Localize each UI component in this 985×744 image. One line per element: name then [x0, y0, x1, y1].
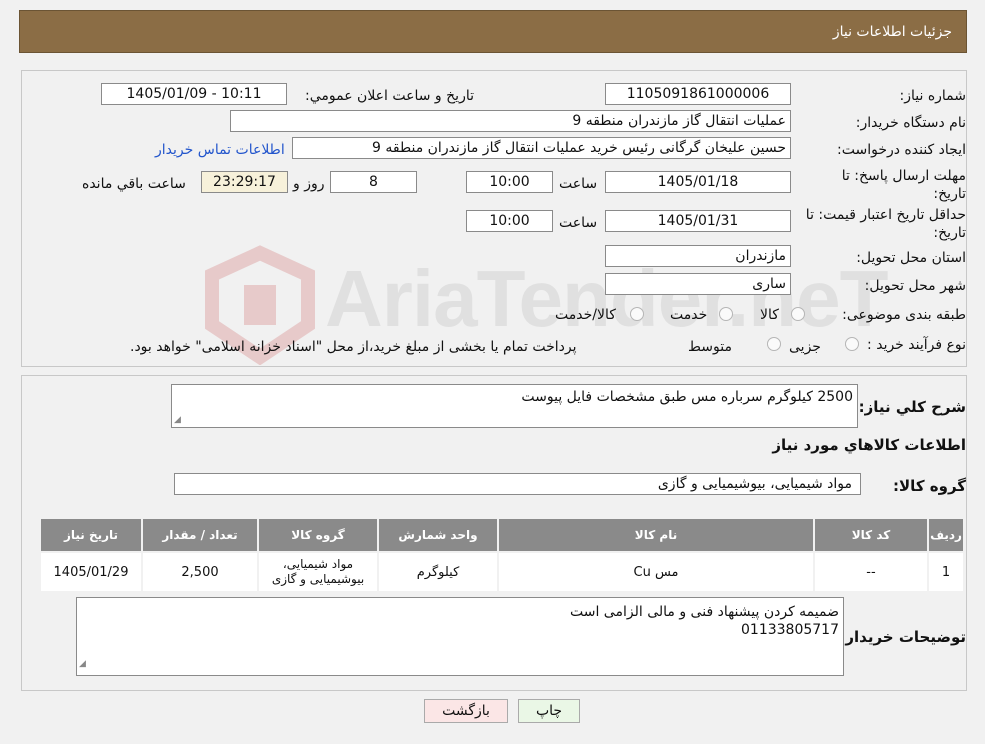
buyer-org-field: عملیات انتقال گاز مازندران منطقه 9: [230, 110, 791, 132]
group-field: مواد شیمیایی، بیوشیمیایی و گازی: [174, 473, 861, 495]
buyer-org-label: نام دستگاه خريدار:: [855, 115, 966, 131]
city-field: ساری: [605, 273, 791, 295]
city-label: شهر محل تحويل:: [864, 278, 966, 294]
process-label: نوع فرآيند خريد :: [867, 337, 966, 353]
creator-label: ايجاد کننده درخواست:: [837, 142, 966, 158]
print-button[interactable]: چاپ: [518, 699, 580, 723]
province-field: مازندران: [605, 245, 791, 267]
need-number-field: 1105091861000006: [605, 83, 791, 105]
category-option-service: خدمت: [670, 307, 708, 323]
price-validity-time-label: ساعت: [559, 215, 598, 231]
process-radio-medium[interactable]: [767, 337, 781, 351]
page-header: جزئیات اطلاعات نیاز: [19, 10, 967, 53]
cell-unit: کیلوگرم: [377, 551, 499, 593]
category-label: طبقه بندی موضوعی:: [842, 307, 966, 323]
items-table: رديف کد کالا نام کالا واحد شمارش گروه کا…: [39, 517, 965, 593]
deadline-date-field: 1405/01/18: [605, 171, 791, 193]
remaining-label: ساعت باقي مانده: [82, 176, 186, 192]
resize-handle-icon[interactable]: ◢: [174, 416, 181, 425]
cell-item-name: مس Cu: [497, 551, 815, 593]
process-radio-minor[interactable]: [845, 337, 859, 351]
col-unit: واحد شمارش: [377, 517, 499, 553]
deadline-time-field: 10:00: [466, 171, 553, 193]
buyer-notes-line1: ضمیمه کردن پیشنهاد فنی و مالی الزامی است: [569, 604, 839, 620]
page-title: جزئیات اطلاعات نیاز: [832, 24, 952, 40]
col-item-code: کد کالا: [813, 517, 929, 553]
cell-group: مواد شیمیایی، بیوشیمیایی و گازی: [257, 551, 379, 593]
col-row-number: رديف: [927, 517, 965, 553]
cell-quantity: 2,500: [141, 551, 259, 593]
category-radio-goods-service[interactable]: [630, 307, 644, 321]
cell-row-number: 1: [927, 551, 965, 593]
deadline-label: مهلت ارسال پاسخ: تا تاريخ:: [841, 168, 966, 202]
col-quantity: تعداد / مقدار: [141, 517, 259, 553]
price-validity-label: حداقل تاريخ اعتبار قيمت: تا تاريخ:: [805, 207, 966, 241]
buyer-notes-field: ضمیمه کردن پیشنهاد فنی و مالی الزامی است…: [76, 597, 844, 676]
category-radio-goods[interactable]: [791, 307, 805, 321]
col-group: گروه کالا: [257, 517, 379, 553]
remaining-time-field: 23:29:17: [201, 171, 288, 193]
need-number-label: شماره نیاز:: [899, 88, 967, 104]
days-label: روز و: [293, 176, 325, 192]
days-field: 8: [330, 171, 417, 193]
process-option-minor: جزیی: [789, 339, 821, 355]
province-label: استان محل تحويل:: [856, 250, 966, 266]
announce-field: 1405/01/09 - 10:11: [101, 83, 287, 105]
col-need-date: تاريخ نياز: [39, 517, 143, 553]
cell-item-code: --: [813, 551, 929, 593]
table-row: 1 -- مس Cu کیلوگرم مواد شیمیایی، بیوشیمی…: [39, 551, 965, 593]
resize-handle-icon[interactable]: ◢: [79, 655, 86, 673]
items-heading: اطلاعات کالاهاي مورد نياز: [772, 436, 966, 454]
desc-text: 2500 کیلوگرم سرباره مس طبق مشخصات فایل پ…: [521, 389, 853, 405]
col-item-name: نام کالا: [497, 517, 815, 553]
price-validity-time-field: 10:00: [466, 210, 553, 232]
cell-need-date: 1405/01/29: [39, 551, 143, 593]
desc-field: 2500 کیلوگرم سرباره مس طبق مشخصات فایل پ…: [171, 384, 858, 428]
table-header-row: رديف کد کالا نام کالا واحد شمارش گروه کا…: [39, 517, 965, 553]
buyer-notes-line2: 01133805717: [741, 622, 839, 638]
desc-label: شرح کلي نياز:: [858, 398, 966, 416]
price-validity-date-field: 1405/01/31: [605, 210, 791, 232]
category-option-goods: کالا: [760, 307, 779, 323]
group-label: گروه کالا:: [893, 477, 966, 495]
buyer-notes-label: توضيحات خريدار:: [839, 628, 966, 646]
process-note: پرداخت تمام يا بخشی از مبلغ خريد،از محل …: [130, 339, 577, 355]
category-option-goods-service: کالا/خدمت: [555, 307, 616, 323]
back-button[interactable]: بازگشت: [424, 699, 508, 723]
deadline-time-label: ساعت: [559, 176, 598, 192]
announce-label: تاریخ و ساعت اعلان عمومي:: [305, 88, 474, 104]
creator-field: حسین علیخان گرگانی رئیس خرید عملیات انتق…: [292, 137, 791, 159]
category-radio-service[interactable]: [719, 307, 733, 321]
contact-info-link[interactable]: اطلاعات تماس خريدار: [155, 142, 285, 158]
process-option-medium: متوسط: [688, 339, 732, 355]
